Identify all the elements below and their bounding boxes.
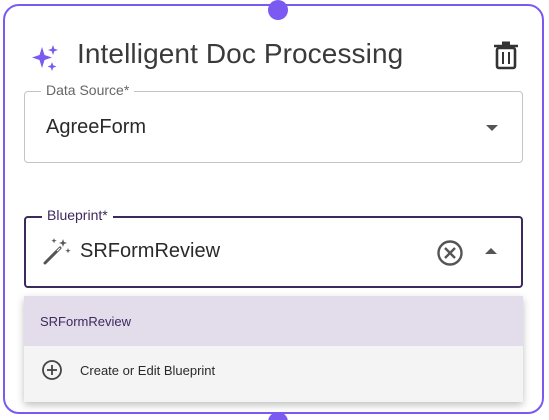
connection-handle-bottom[interactable] [268,412,288,420]
card-header: Intelligent Doc Processing [29,34,529,74]
wand-icon [43,238,71,265]
clear-circle-icon[interactable] [436,239,464,267]
data-source-value: AgreeForm [46,116,147,138]
trash-icon[interactable] [492,40,520,70]
dropdown-option-label: SRFormReview [40,314,132,329]
blueprint-select[interactable]: Blueprint* SRFormReview [24,207,523,288]
create-edit-blueprint-option[interactable]: Create or Edit Blueprint [24,346,523,402]
blueprint-dropdown-menu: SRFormReview Create or Edit Blueprint [24,296,523,402]
data-source-select[interactable]: Data Source* AgreeForm [24,82,523,163]
blueprint-value: SRFormReview [80,240,221,262]
card-title: Intelligent Doc Processing [77,38,404,69]
chevron-down-icon[interactable] [486,125,498,131]
blueprint-label: Blueprint* [42,207,113,223]
data-source-label: Data Source* [41,82,135,98]
dropdown-option-selected[interactable]: SRFormReview [24,296,523,346]
create-edit-blueprint-label: Create or Edit Blueprint [80,363,216,378]
plus-circle-icon [42,360,62,380]
connection-handle-top[interactable] [268,0,288,20]
sparkle-icon [32,45,58,71]
chevron-up-icon[interactable] [485,248,497,254]
